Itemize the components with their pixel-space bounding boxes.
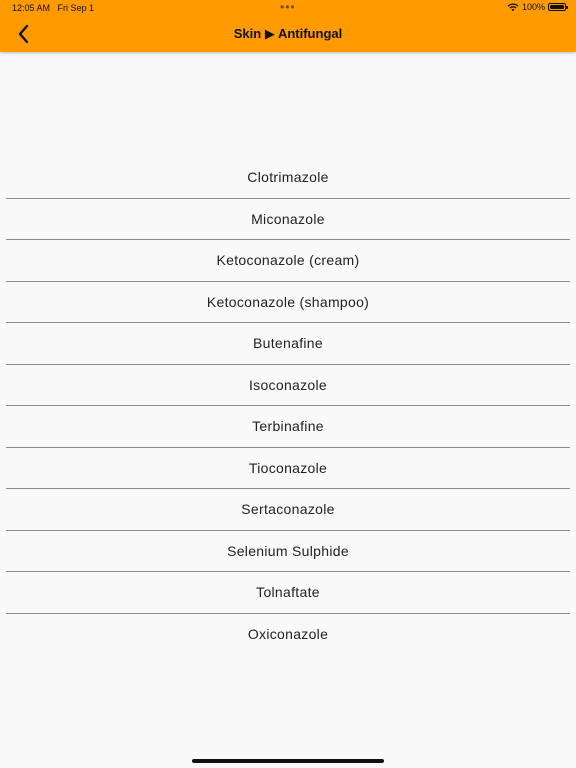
wifi-icon (507, 3, 519, 12)
header-bar: 12:05 AM Fri Sep 1 ••• 100% Skin ▶ Antif… (0, 0, 576, 52)
list-item-label: Tolnaftate (256, 584, 320, 601)
list-item[interactable]: Tioconazole (6, 448, 570, 489)
list-item[interactable]: Butenafine (6, 323, 570, 365)
battery-fill (550, 5, 564, 9)
list-item[interactable]: Terbinafine (6, 406, 570, 448)
app-screen: 12:05 AM Fri Sep 1 ••• 100% Skin ▶ Antif… (0, 0, 576, 768)
list-item[interactable]: Ketoconazole (shampoo) (6, 282, 570, 323)
list-item-label: Isoconazole (248, 376, 328, 393)
home-indicator[interactable] (192, 759, 384, 763)
list-item-label: Ketoconazole (cream) (216, 252, 360, 269)
list-item-label: Sertaconazole (241, 501, 335, 518)
list-item-label: Selenium Sulphide (227, 542, 349, 559)
status-right: 100% (507, 2, 568, 12)
list-item[interactable]: Clotrimazole (6, 157, 570, 199)
list-item-label: Terbinafine (252, 418, 324, 435)
battery-icon (548, 3, 568, 11)
list-item-label: Butenafine (253, 335, 323, 352)
status-time-date: 12:05 AM Fri Sep 1 (12, 3, 94, 13)
page-title: Skin ▶ Antifungal (233, 26, 343, 41)
antifungal-list: Clotrimazole Miconazole Ketoconazole (crea… (6, 157, 570, 655)
list-item[interactable]: Miconazole (6, 199, 570, 240)
list-item-label: Tioconazole (248, 459, 328, 476)
battery-percent: 100% (521, 2, 545, 12)
list-item-label: Miconazole (251, 210, 325, 227)
list-item[interactable]: Tolnaftate (6, 572, 570, 614)
list-item[interactable]: Oxiconazole (6, 614, 570, 656)
multitasking-dots[interactable]: ••• (280, 0, 296, 14)
list-item[interactable]: Sertaconazole (6, 489, 570, 531)
navigation-bar: Skin ▶ Antifungal (0, 16, 576, 52)
status-bar: 12:05 AM Fri Sep 1 ••• 100% (0, 0, 576, 16)
list-item[interactable]: Ketoconazole (cream) (6, 240, 570, 282)
list-item[interactable]: Selenium Sulphide (6, 531, 570, 572)
list-item-label: Oxiconazole (247, 626, 329, 643)
list-item-label: Clotrimazole (247, 169, 329, 186)
status-time: 12:05 AM (12, 3, 51, 13)
list-item[interactable]: Isoconazole (6, 365, 570, 406)
status-date: Fri Sep 1 (57, 3, 95, 13)
list-item-label: Ketoconazole (shampoo) (206, 293, 370, 310)
